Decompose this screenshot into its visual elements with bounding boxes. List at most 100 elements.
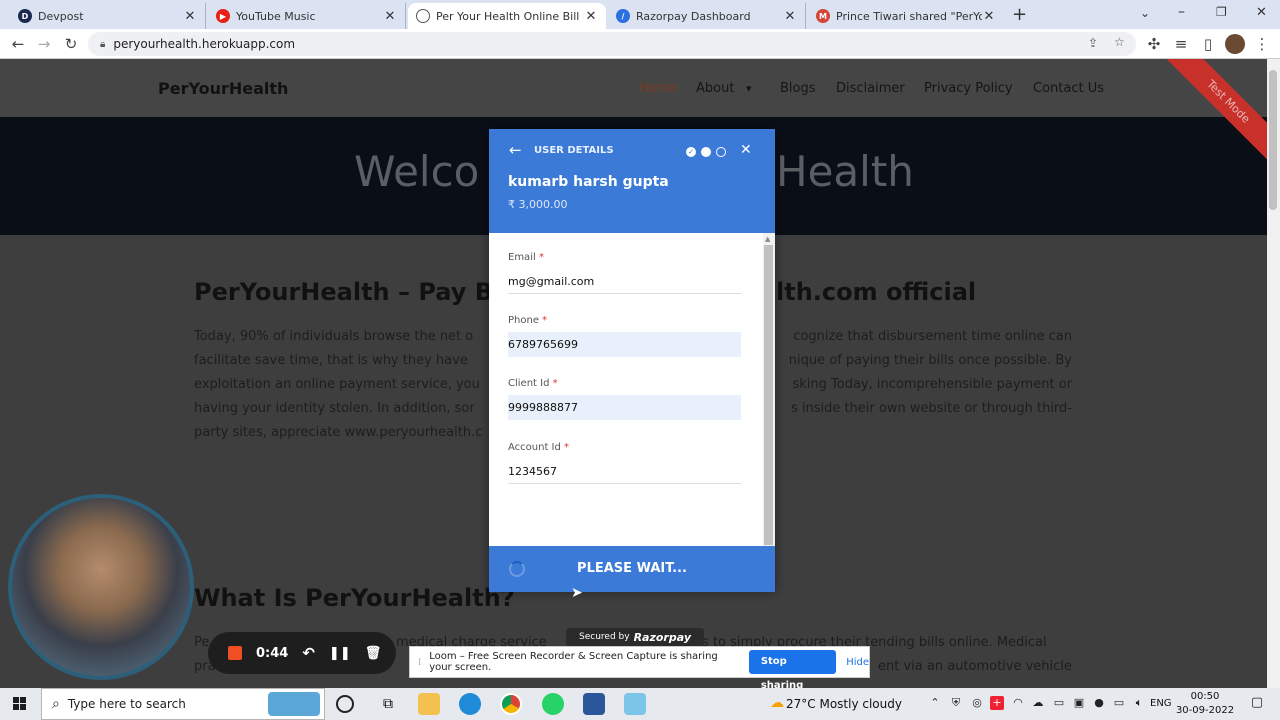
nav-home[interactable]: Home [639, 81, 677, 96]
cortana-icon[interactable] [336, 695, 354, 713]
email-input[interactable]: mg@gmail.com [508, 269, 741, 294]
nav-about[interactable]: About [696, 81, 734, 96]
chrome-tray-icon[interactable]: ◎ [970, 696, 984, 710]
paragraph-right: cognize that disbursement time online ca… [776, 325, 1072, 421]
undo-icon[interactable]: ↶ [302, 644, 315, 662]
account-id-input[interactable]: 1234567 [508, 459, 741, 484]
microphone-icon[interactable]: ● [1092, 696, 1106, 710]
device-icon[interactable]: ▣ [1072, 696, 1086, 710]
bookmark-star-icon[interactable]: ☆ [1114, 35, 1125, 49]
share-icon[interactable]: ⇪ [1088, 36, 1098, 50]
para-line: nique of paying their bills once possibl… [788, 353, 1072, 368]
file-explorer-icon[interactable] [418, 693, 440, 715]
battery-icon[interactable]: ▭ [1052, 696, 1066, 710]
modal-scrollbar-thumb[interactable] [764, 245, 773, 545]
close-icon[interactable]: ✕ [183, 9, 197, 24]
tab-peryourhealth[interactable]: Per Your Health Online Bill Payme ✕ [408, 3, 606, 29]
edge-icon[interactable] [459, 693, 481, 715]
trash-icon[interactable]: 🗑︎ [365, 646, 382, 661]
app-icon[interactable] [624, 693, 646, 715]
tray-chevron-up-icon[interactable]: ⌃ [928, 696, 942, 710]
para-line: party sites, appreciate www.peryourhealt… [194, 425, 483, 440]
nav-blogs[interactable]: Blogs [780, 81, 816, 96]
client-id-field[interactable]: Client Id * 9999888877 [508, 378, 741, 420]
speaker-icon[interactable]: 🔈︎ [1132, 696, 1146, 710]
para-line: s inside their own website or through th… [790, 401, 1072, 416]
url-text: peryourhealth.herokuapp.com [113, 37, 296, 51]
media-control-icon[interactable]: ≡ [1171, 34, 1191, 54]
site-logo[interactable]: PerYourHealth [158, 79, 288, 98]
forward-arrow-icon[interactable]: → [34, 34, 54, 54]
whatsapp-icon[interactable] [542, 693, 564, 715]
window-close-icon[interactable]: ✕ [1256, 5, 1267, 20]
reload-icon[interactable]: ↻ [61, 34, 81, 54]
wifi-icon[interactable]: ◠ [1011, 696, 1025, 710]
kebab-menu-icon[interactable]: ⋮ [1252, 34, 1272, 54]
mouse-cursor-icon: ➤ [571, 585, 583, 601]
back-arrow-icon[interactable]: ← [509, 141, 522, 159]
taskbar-clock[interactable]: 00:50 30-09-2022 [1175, 690, 1235, 718]
address-bar[interactable]: 🔒︎ peryourhealth.herokuapp.com ⇪ ☆ [88, 32, 1136, 56]
merchant-customer-name: kumarb harsh gupta [508, 174, 669, 190]
task-view-icon[interactable]: ⧉ [377, 693, 399, 715]
hide-banner-button[interactable]: Hide [846, 657, 869, 668]
screen-sharing-banner: ⁞ Loom – Free Screen Recorder & Screen C… [409, 646, 870, 691]
side-panel-icon[interactable]: ▯ [1198, 34, 1218, 54]
tab-title: YouTube Music [236, 9, 316, 23]
browser-tab-strip: D Devpost ✕ ▶ YouTube Music ✕ Per Your H… [0, 0, 1280, 29]
nav-contact-us[interactable]: Contact Us [1033, 81, 1104, 96]
close-icon[interactable]: ✕ [383, 9, 397, 24]
gmail-icon: M [816, 9, 830, 23]
stop-recording-icon[interactable] [228, 646, 242, 660]
close-icon[interactable]: ✕ [740, 142, 752, 158]
tab-gmail[interactable]: M Prince Tiwari shared "PerYourHea ✕ [808, 3, 1004, 29]
maximize-icon[interactable]: ❐ [1216, 5, 1227, 19]
notification-icon[interactable]: ▢ [1250, 696, 1264, 710]
client-id-label: Client Id * [508, 378, 558, 389]
shield-icon[interactable]: ⛨ [949, 696, 963, 710]
scroll-up-arrow-icon[interactable]: ▲ [765, 235, 770, 243]
minimize-icon[interactable]: – [1178, 4, 1185, 20]
close-icon[interactable]: ✕ [783, 9, 797, 24]
language-indicator[interactable]: ENG [1150, 698, 1172, 709]
account-id-field[interactable]: Account Id * 1234567 [508, 442, 741, 484]
close-icon[interactable]: ✕ [982, 9, 996, 24]
windows-start-icon[interactable] [0, 688, 40, 720]
tab-youtube-music[interactable]: ▶ YouTube Music ✕ [208, 3, 406, 29]
hero-title-left: Welco [354, 147, 480, 196]
cloud-icon[interactable]: ☁ [1031, 696, 1045, 710]
site-header: PerYourHealth Home About ▾ Blogs Disclai… [0, 59, 1267, 117]
new-tab-plus-icon[interactable]: + [1012, 4, 1027, 25]
chrome-icon[interactable] [500, 693, 522, 715]
page-scrollbar-thumb[interactable] [1269, 70, 1277, 210]
red-app-tray-icon[interactable]: + [990, 696, 1004, 710]
clock-time: 00:50 [1190, 691, 1220, 702]
profile-avatar[interactable] [1225, 34, 1245, 54]
section-heading-left: PerYourHealth – Pay B [194, 278, 494, 306]
close-icon[interactable]: ✕ [584, 9, 598, 24]
chevron-down-icon[interactable]: ▾ [746, 82, 752, 95]
weather-text[interactable]: 27°C Mostly cloudy [786, 697, 902, 711]
nav-disclaimer[interactable]: Disclaimer [836, 81, 905, 96]
back-arrow-icon[interactable]: ← [8, 34, 28, 54]
phone-field[interactable]: Phone * 6789765699 [508, 315, 741, 357]
tab-devpost[interactable]: D Devpost ✕ [10, 3, 206, 29]
nav-privacy-policy[interactable]: Privacy Policy [924, 81, 1013, 96]
client-id-input[interactable]: 9999888877 [508, 395, 741, 420]
webcam-bubble[interactable] [8, 494, 194, 680]
please-wait-button[interactable]: PLEASE WAIT... [489, 546, 775, 592]
network-icon[interactable]: ▭ [1112, 696, 1126, 710]
extensions-puzzle-icon[interactable]: ✣ [1144, 34, 1164, 54]
tab-razorpay[interactable]: / Razorpay Dashboard ✕ [608, 3, 806, 29]
stop-sharing-button[interactable]: Stop sharing [748, 650, 837, 691]
pause-icon[interactable]: ❚❚ [329, 646, 351, 661]
step-current-dot-icon [701, 147, 711, 157]
taskbar-search-box[interactable]: ⌕ Type here to search [41, 688, 325, 720]
drag-handle-icon[interactable]: ⁞ [418, 657, 421, 668]
search-placeholder: Type here to search [67, 697, 186, 711]
word-icon[interactable] [583, 693, 605, 715]
phone-input[interactable]: 6789765699 [508, 332, 741, 357]
razorpay-logo: Razorpay [633, 630, 691, 644]
email-field[interactable]: Email * mg@gmail.com [508, 252, 741, 294]
tab-search-chevron-icon[interactable]: ⌄ [1140, 6, 1150, 20]
